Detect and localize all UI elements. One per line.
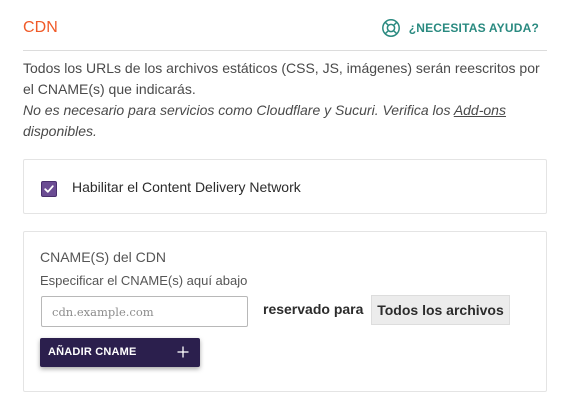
plus-icon bbox=[177, 346, 189, 358]
add-cname-button[interactable]: AÑADIR CNAME bbox=[40, 338, 200, 367]
section-header: CDN ¿NECESITAS AYUDA? bbox=[23, 14, 547, 51]
addons-link[interactable]: Add-ons bbox=[454, 102, 506, 118]
reserved-for-label: reservado para bbox=[263, 301, 364, 317]
cname-description: Especificar el CNAME(s) aquí abajo bbox=[40, 273, 248, 288]
description-text: Todos los URLs de los archivos estáticos… bbox=[23, 60, 540, 97]
checkmark-icon bbox=[44, 185, 54, 193]
enable-cdn-label[interactable]: Habilitar el Content Delivery Network bbox=[72, 179, 301, 195]
note-suffix: disponibles. bbox=[23, 123, 97, 139]
cname-title: CNAME(S) del CDN bbox=[40, 249, 167, 265]
enable-cdn-checkbox[interactable] bbox=[41, 181, 57, 197]
cname-input[interactable] bbox=[41, 296, 248, 327]
enable-cdn-panel: Habilitar el Content Delivery Network bbox=[23, 159, 547, 214]
note-prefix: No es necesario para servicios como Clou… bbox=[23, 102, 454, 118]
add-cname-label: AÑADIR CNAME bbox=[48, 346, 137, 358]
description-note: No es necesario para servicios como Clou… bbox=[23, 100, 547, 142]
lifebuoy-icon bbox=[381, 18, 401, 38]
help-link[interactable]: ¿NECESITAS AYUDA? bbox=[381, 18, 539, 38]
files-scope-select[interactable]: Todos los archivos bbox=[371, 295, 510, 325]
cdn-description: Todos los URLs de los archivos estáticos… bbox=[23, 58, 547, 142]
section-title: CDN bbox=[23, 19, 58, 36]
cname-panel: CNAME(S) del CDN Especificar el CNAME(s)… bbox=[23, 231, 547, 392]
help-label[interactable]: ¿NECESITAS AYUDA? bbox=[409, 21, 539, 35]
